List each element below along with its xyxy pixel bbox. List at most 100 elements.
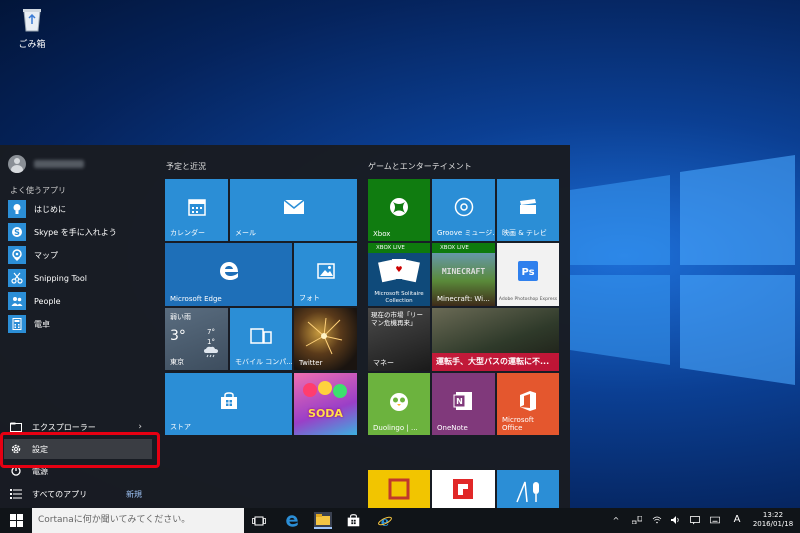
- clock[interactable]: 13:22 2016/01/18: [748, 511, 798, 529]
- app-item-people[interactable]: People: [8, 291, 156, 311]
- tile-minecraft[interactable]: XBOX LIVE MINECRAFT Minecraft: Wi...: [432, 243, 495, 306]
- tile-label: Microsoft Edge: [170, 295, 222, 303]
- recycle-bin-label: ごみ箱: [18, 40, 46, 50]
- office-icon: [520, 390, 536, 411]
- taskbar-ie-button[interactable]: e: [376, 512, 394, 529]
- photoshop-icon: Ps: [518, 261, 538, 282]
- app-item-skype[interactable]: S Skype を手に入れよう: [8, 222, 156, 242]
- tile-mail[interactable]: メール: [230, 179, 357, 241]
- tile-weather[interactable]: 弱い雨 3° 7° 1° 東京: [165, 308, 228, 370]
- photo-icon: [316, 263, 335, 280]
- svg-text:♥: ♥: [395, 265, 402, 274]
- weather-low: 1°: [207, 338, 215, 346]
- avatar: [8, 155, 26, 173]
- windows-logo-icon: [9, 514, 23, 527]
- group-title-schedule: 予定と近況: [166, 162, 206, 171]
- tile-label: モバイル コンパ...: [235, 358, 292, 366]
- tile-news[interactable]: 運転手、大型バスの運転に不...: [432, 308, 559, 371]
- tile-partial-yellow[interactable]: [368, 470, 430, 508]
- tile-partial-flipboard[interactable]: [432, 470, 495, 508]
- ime-mode-indicator[interactable]: A: [732, 514, 742, 525]
- frame-icon: [388, 478, 410, 500]
- volume-button[interactable]: [671, 515, 681, 525]
- start-button[interactable]: [0, 508, 32, 533]
- task-view-icon: [252, 516, 266, 525]
- search-placeholder: Cortanaに何か聞いてみてください。: [38, 515, 191, 525]
- keyboard-button[interactable]: [710, 515, 720, 525]
- tile-xbox[interactable]: Xbox: [368, 179, 430, 241]
- news-headline: 運転手、大型バスの運転に不...: [436, 357, 550, 366]
- all-apps-item[interactable]: すべてのアプリ 新規: [8, 484, 156, 504]
- cortana-search-box[interactable]: Cortanaに何か聞いてみてください。: [32, 508, 244, 533]
- tile-label: マネー: [373, 359, 394, 367]
- tile-edge[interactable]: Microsoft Edge: [165, 243, 292, 306]
- tile-duolingo[interactable]: Duolingo | ...: [368, 373, 430, 435]
- user-name-blurred: [34, 160, 84, 168]
- owl-icon: [390, 392, 408, 411]
- onenote-icon: N: [453, 391, 472, 410]
- candy-icon: [303, 381, 347, 398]
- taskbar-store-button[interactable]: [344, 512, 362, 529]
- svg-text:Ps: Ps: [521, 267, 534, 278]
- calculator-icon: [8, 315, 26, 333]
- new-link[interactable]: 新規: [126, 489, 142, 500]
- tile-label: Duolingo | ...: [373, 424, 418, 432]
- network-button[interactable]: [632, 515, 642, 525]
- tile-partial-sketch[interactable]: [497, 470, 559, 508]
- app-label: はじめに: [34, 204, 66, 214]
- weather-temperature: 3°: [170, 328, 186, 344]
- devices-icon: [250, 328, 272, 344]
- tile-solitaire[interactable]: XBOX LIVE ♥ Microsoft Solitaire Collecti…: [368, 243, 430, 306]
- recycle-bin-icon: [23, 9, 41, 32]
- taskbar-edge-button[interactable]: [283, 512, 301, 529]
- all-apps-label: すべてのアプリ: [32, 489, 88, 499]
- tile-photos[interactable]: フォト: [294, 243, 357, 306]
- tile-store[interactable]: ストア: [165, 373, 292, 435]
- edge-icon: [286, 514, 298, 527]
- tile-onenote[interactable]: N OneNote: [432, 373, 495, 435]
- app-item-get-started[interactable]: はじめに: [8, 199, 156, 219]
- tile-label: カレンダー: [170, 229, 205, 237]
- windows-logo-wallpaper: [570, 155, 795, 385]
- wifi-button[interactable]: [652, 515, 662, 525]
- app-item-calculator[interactable]: 電卓: [8, 314, 156, 334]
- tile-groove[interactable]: Groove ミュージ...: [432, 179, 495, 241]
- tile-label: Twitter: [299, 359, 323, 367]
- action-center-button[interactable]: [690, 515, 700, 525]
- app-label: Snipping Tool: [34, 273, 87, 283]
- most-used-label: よく使うアプリ: [10, 186, 66, 195]
- tile-label: 東京: [170, 358, 184, 366]
- tile-photoshop-express[interactable]: Ps Adobe Photoshop Express: [497, 243, 559, 306]
- wifi-icon: [652, 516, 662, 524]
- chevron-right-icon: ›: [138, 422, 142, 432]
- app-item-maps[interactable]: マップ: [8, 245, 156, 265]
- mail-icon: [283, 199, 304, 214]
- svg-text:S: S: [14, 228, 20, 237]
- notification-icon: [690, 515, 700, 524]
- task-view-button[interactable]: [250, 512, 268, 529]
- tile-office[interactable]: Microsoft Office: [497, 373, 559, 435]
- recycle-bin[interactable]: ごみ箱: [14, 6, 50, 50]
- tile-money[interactable]: 現在の市場「リーマン危機再来」 マネー: [368, 308, 430, 371]
- tile-movies-tv[interactable]: 映画 & テレビ: [497, 179, 559, 241]
- scissors-icon: [8, 269, 26, 287]
- tile-candy-crush-soda[interactable]: SODA: [294, 373, 357, 435]
- tile-mobile-companion[interactable]: モバイル コンパ...: [230, 308, 292, 370]
- tile-label: ストア: [170, 423, 191, 431]
- tile-twitter[interactable]: Twitter: [294, 308, 357, 370]
- edge-icon: [219, 262, 238, 281]
- clapperboard-icon: [520, 198, 536, 214]
- app-item-snipping-tool[interactable]: Snipping Tool: [8, 268, 156, 288]
- money-headline: 現在の市場「リーマン危機再来」: [371, 311, 423, 327]
- app-label: 電卓: [34, 319, 50, 329]
- settings-highlight-box: [0, 432, 160, 468]
- tile-label: Xbox: [373, 230, 391, 238]
- taskbar-explorer-button[interactable]: [314, 512, 332, 529]
- chevron-up-icon: ^: [612, 515, 620, 525]
- tile-calendar[interactable]: カレンダー: [165, 179, 228, 241]
- user-account[interactable]: [8, 155, 84, 173]
- rain-cloud-icon: [204, 346, 218, 358]
- people-icon: [8, 292, 26, 310]
- fireworks-icon: [305, 317, 343, 355]
- show-hidden-icons-button[interactable]: ^: [611, 515, 621, 525]
